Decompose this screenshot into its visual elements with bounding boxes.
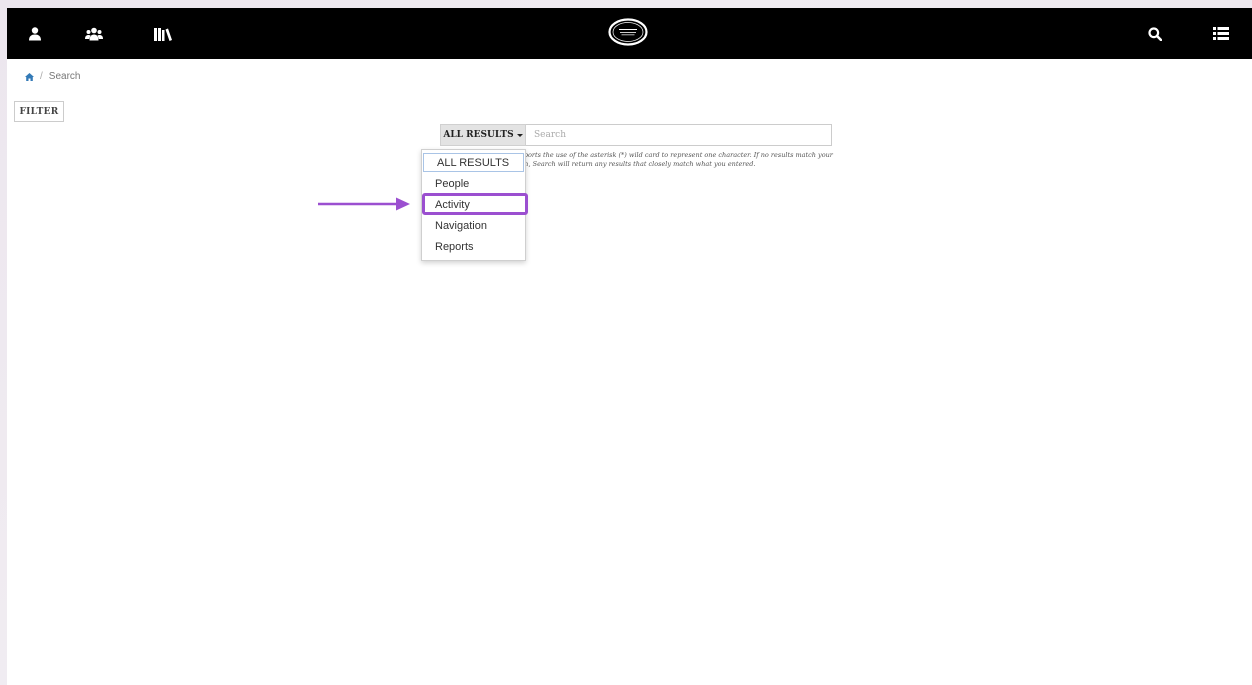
search-icon[interactable] [1145, 8, 1165, 59]
user-icon[interactable] [25, 8, 45, 59]
filter-button[interactable]: FILTER [14, 101, 64, 122]
library-icon[interactable] [151, 8, 175, 59]
search-input[interactable] [526, 124, 832, 146]
search-type-label: ALL RESULTS [443, 130, 514, 140]
users-group-icon[interactable] [83, 8, 105, 59]
menu-item-all-results[interactable]: ALL RESULTS [423, 153, 524, 172]
breadcrumb: / Search [25, 71, 80, 82]
menu-item-people[interactable]: People [422, 174, 469, 193]
top-navbar [7, 8, 1252, 59]
breadcrumb-separator: / [40, 71, 43, 82]
breadcrumb-current: Search [48, 71, 81, 82]
academy-logo[interactable] [608, 18, 648, 46]
list-menu-icon[interactable] [1210, 8, 1232, 59]
annotation-arrow-icon [318, 197, 410, 211]
menu-item-activity[interactable]: Activity [422, 195, 470, 214]
search-type-dropdown-button[interactable]: ALL RESULTS [440, 124, 526, 146]
search-type-menu: ALL RESULTS People Activity Navigation R… [421, 149, 526, 261]
menu-item-reports[interactable]: Reports [422, 237, 474, 256]
home-icon[interactable] [25, 72, 34, 81]
menu-item-navigation[interactable]: Navigation [422, 216, 487, 235]
caret-down-icon [516, 134, 523, 137]
page-content [7, 8, 1252, 685]
